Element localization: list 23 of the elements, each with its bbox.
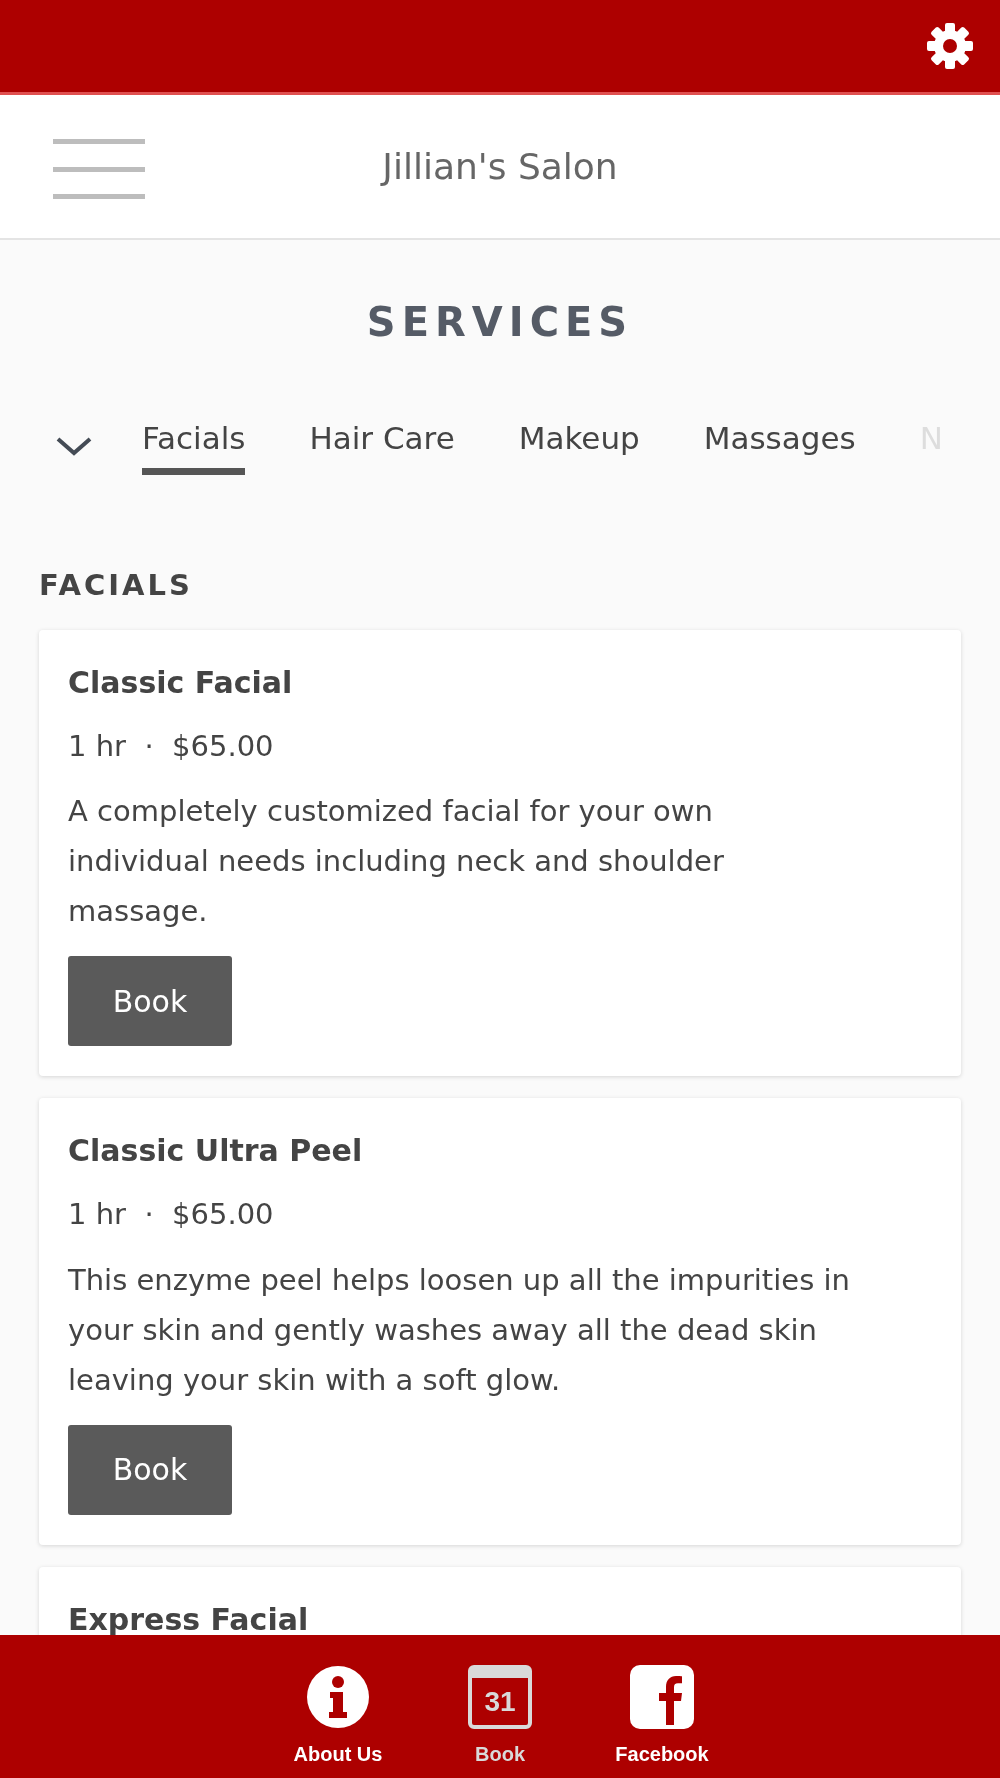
service-name: Classic Ultra Peel [68, 1132, 364, 1170]
book-button[interactable]: Book [68, 956, 232, 1046]
calendar-date: 31 [484, 1687, 516, 1716]
book-button[interactable]: Book [68, 1424, 232, 1515]
category-tab[interactable]: Facials [142, 415, 246, 475]
nav-item[interactable]: 31 Book [450, 1665, 550, 1778]
app-title: Jillian's Salon [382, 144, 618, 189]
settings-icon[interactable] [926, 22, 974, 70]
page-title: SERVICES [366, 298, 634, 347]
category-tab[interactable]: Makeup [518, 415, 640, 475]
service-description: This enzyme peel helps loosen up all the impurities in your skin and gently washes away all the dead skin leaving your skin with a soft glow. [68, 1261, 851, 1399]
facebook-icon [630, 1665, 694, 1729]
section-title: FACIALS [39, 567, 194, 604]
nav-item[interactable]: Facebook [612, 1665, 712, 1778]
service-meta: 1 hr · $65.00 [68, 727, 275, 765]
info-icon [306, 1665, 370, 1729]
nav-item[interactable]: About Us [288, 1665, 388, 1778]
service-meta: 1 hr · $65.00 [68, 1196, 275, 1233]
category-tab[interactable]: Massages [703, 415, 856, 475]
category-tab[interactable]: Hair Care [309, 415, 455, 475]
service-name: Express Facial [68, 1600, 310, 1639]
service-name: Classic Facial [68, 663, 294, 702]
service-description: A completely customized facial for your own individual needs including neck and shoulder massage. [68, 793, 725, 930]
